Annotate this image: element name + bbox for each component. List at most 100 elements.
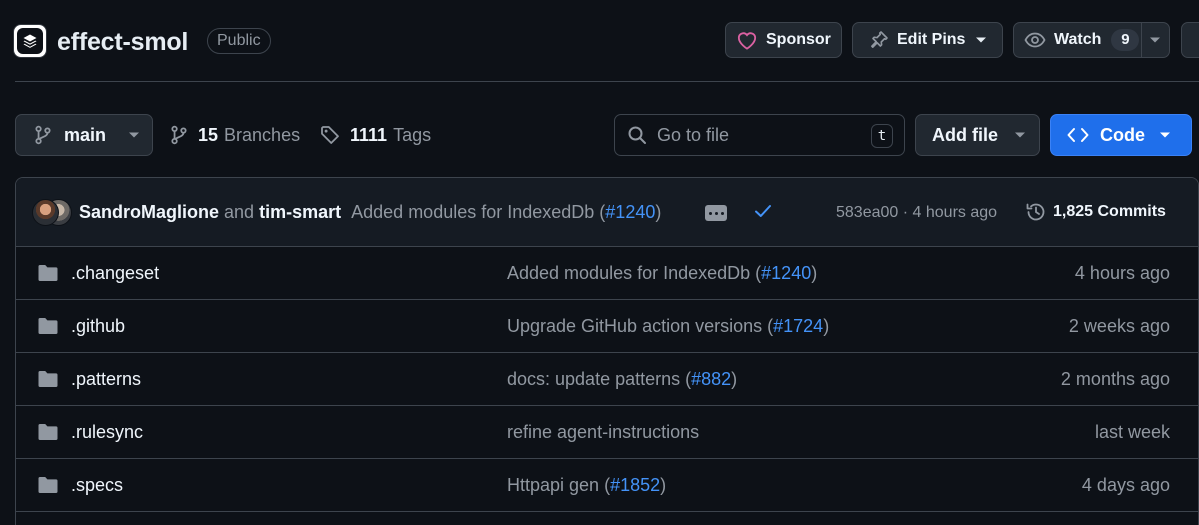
commit-time: 4 hours ago xyxy=(912,204,998,221)
go-to-file-input[interactable] xyxy=(657,124,857,146)
code-button[interactable]: Code xyxy=(1050,114,1192,156)
branches-label: Branches xyxy=(224,125,301,145)
pin-icon xyxy=(869,30,889,50)
eye-icon xyxy=(1024,31,1046,49)
git-branch-icon xyxy=(34,125,52,145)
repo-name-link[interactable]: effect-smol xyxy=(57,26,188,58)
expand-commit-button[interactable] xyxy=(705,205,727,221)
add-file-button[interactable]: Add file xyxy=(915,114,1040,156)
stack-layers-icon xyxy=(23,34,37,48)
chevron-down-icon xyxy=(128,131,140,139)
folder-icon xyxy=(37,264,59,282)
file-commit-text: docs: update patterns ( xyxy=(507,369,692,389)
watch-count-badge: 9 xyxy=(1111,29,1140,51)
commit-hash-link[interactable]: 583ea00 xyxy=(836,204,898,221)
commit-message-end: ) xyxy=(655,202,662,222)
tags-label: Tags xyxy=(393,125,432,145)
code-label: Code xyxy=(1100,124,1145,145)
repo-header: effect-smol Public Sponsor Edit Pins Wat… xyxy=(0,0,1199,82)
git-branch-icon xyxy=(170,125,188,145)
branch-selector[interactable]: main xyxy=(15,114,153,156)
commit-summary: SandroMaglione and tim-smart Added modul… xyxy=(79,200,661,224)
file-commit-text-end: ) xyxy=(731,369,738,389)
file-commit-pr-link[interactable]: #1240 xyxy=(761,263,811,283)
repo-logo[interactable] xyxy=(13,24,47,58)
file-commit-text-end: ) xyxy=(811,263,818,283)
commit-message-text: Added modules for IndexedDb ( xyxy=(351,202,606,222)
branches-count: 15 xyxy=(198,125,219,145)
file-commit-message-link[interactable]: Added modules for IndexedDb (#1240) xyxy=(507,262,817,284)
commit-author-link[interactable]: SandroMaglione xyxy=(79,202,219,222)
file-commit-time: 4 hours ago xyxy=(1074,263,1170,283)
folder-icon xyxy=(37,370,59,388)
folder-icon xyxy=(37,476,59,494)
edit-pins-label: Edit Pins xyxy=(897,31,966,48)
table-row[interactable]: .specs Httpapi gen (#1852) 4 days ago xyxy=(16,459,1198,512)
edit-pins-button[interactable]: Edit Pins xyxy=(852,22,1003,58)
commit-hash-meta: 583ea00 · 4 hours ago xyxy=(836,202,997,224)
chevron-down-icon xyxy=(975,36,987,44)
header-divider xyxy=(15,81,1199,82)
file-name-link[interactable]: .changeset xyxy=(71,262,159,284)
file-name-link[interactable]: .patterns xyxy=(71,368,141,390)
branch-name: main xyxy=(64,124,107,145)
file-commit-pr-link[interactable]: #1724 xyxy=(773,316,823,336)
commits-history-link[interactable]: 1,825 Commits xyxy=(1025,200,1166,224)
file-commit-text-end: ) xyxy=(660,475,667,495)
file-commit-time: 2 weeks ago xyxy=(1068,316,1170,336)
table-row[interactable]: .changeset Added modules for IndexedDb (#… xyxy=(16,247,1198,300)
watch-divider xyxy=(1141,23,1142,57)
commits-count-label: 1,825 Commits xyxy=(1053,203,1166,220)
folder-icon xyxy=(37,423,59,441)
commit-coauthor-link[interactable]: tim-smart xyxy=(259,202,341,222)
file-commit-message-link[interactable]: refine agent-instructions xyxy=(507,421,699,443)
file-commit-text: Upgrade GitHub action versions ( xyxy=(507,316,774,336)
tags-count: 1111 xyxy=(350,125,388,145)
visibility-badge: Public xyxy=(207,28,271,54)
avatar[interactable] xyxy=(32,199,59,226)
search-icon xyxy=(627,125,647,145)
file-commit-message-link[interactable]: docs: update patterns (#882) xyxy=(507,368,737,390)
file-commit-text-end: ) xyxy=(823,316,830,336)
commit-author-avatars[interactable] xyxy=(32,199,72,227)
folder-icon xyxy=(37,317,59,335)
table-row[interactable]: .patterns docs: update patterns (#882) 2 m… xyxy=(16,353,1198,406)
branches-link[interactable]: 15 Branches xyxy=(170,123,300,147)
file-table: SandroMaglione and tim-smart Added modul… xyxy=(15,177,1199,525)
commit-message-link[interactable]: Added modules for IndexedDb (#1240) xyxy=(351,202,661,222)
go-to-file-search[interactable]: t xyxy=(614,114,905,156)
table-row[interactable]: .rulesync refine agent-instructions last w… xyxy=(16,406,1198,459)
sponsor-label: Sponsor xyxy=(766,31,831,48)
file-commit-message-link[interactable]: Upgrade GitHub action versions (#1724) xyxy=(507,315,829,337)
watch-button[interactable]: Watch 9 xyxy=(1013,22,1170,58)
star-button-partial[interactable] xyxy=(1181,22,1199,58)
file-commit-time: 4 days ago xyxy=(1081,475,1170,495)
file-commit-pr-link[interactable]: #882 xyxy=(691,369,731,389)
add-file-label: Add file xyxy=(932,124,998,145)
tag-icon xyxy=(320,125,340,145)
watch-label: Watch xyxy=(1054,31,1102,48)
file-commit-text: refine agent-instructions xyxy=(507,422,700,442)
latest-commit-bar: SandroMaglione and tim-smart Added modul… xyxy=(16,178,1198,247)
file-name-link[interactable]: .github xyxy=(71,315,125,337)
tags-link[interactable]: 1111 Tags xyxy=(320,123,431,147)
file-name-link[interactable]: .rulesync xyxy=(71,421,143,443)
history-clock-icon xyxy=(1025,201,1047,223)
commit-and-text: and xyxy=(224,202,255,222)
chevron-down-icon xyxy=(1014,131,1026,139)
commit-meta-separator: · xyxy=(902,204,909,221)
table-row[interactable]: .github Upgrade GitHub action versions (#… xyxy=(16,300,1198,353)
heart-icon xyxy=(736,30,758,50)
commit-pr-link[interactable]: #1240 xyxy=(605,202,655,222)
file-commit-pr-link[interactable]: #1852 xyxy=(610,475,660,495)
check-success-icon[interactable] xyxy=(754,203,772,219)
chevron-down-icon xyxy=(1159,131,1171,139)
sponsor-button[interactable]: Sponsor xyxy=(725,22,842,58)
chevron-down-icon[interactable] xyxy=(1149,36,1161,44)
keyboard-shortcut-hint: t xyxy=(871,124,893,148)
file-name-link[interactable]: .specs xyxy=(71,474,123,496)
code-brackets-icon xyxy=(1067,127,1089,143)
file-commit-time: last week xyxy=(1094,422,1170,442)
file-commit-time: 2 months ago xyxy=(1060,369,1170,389)
file-commit-message-link[interactable]: Httpapi gen (#1852) xyxy=(507,474,666,496)
